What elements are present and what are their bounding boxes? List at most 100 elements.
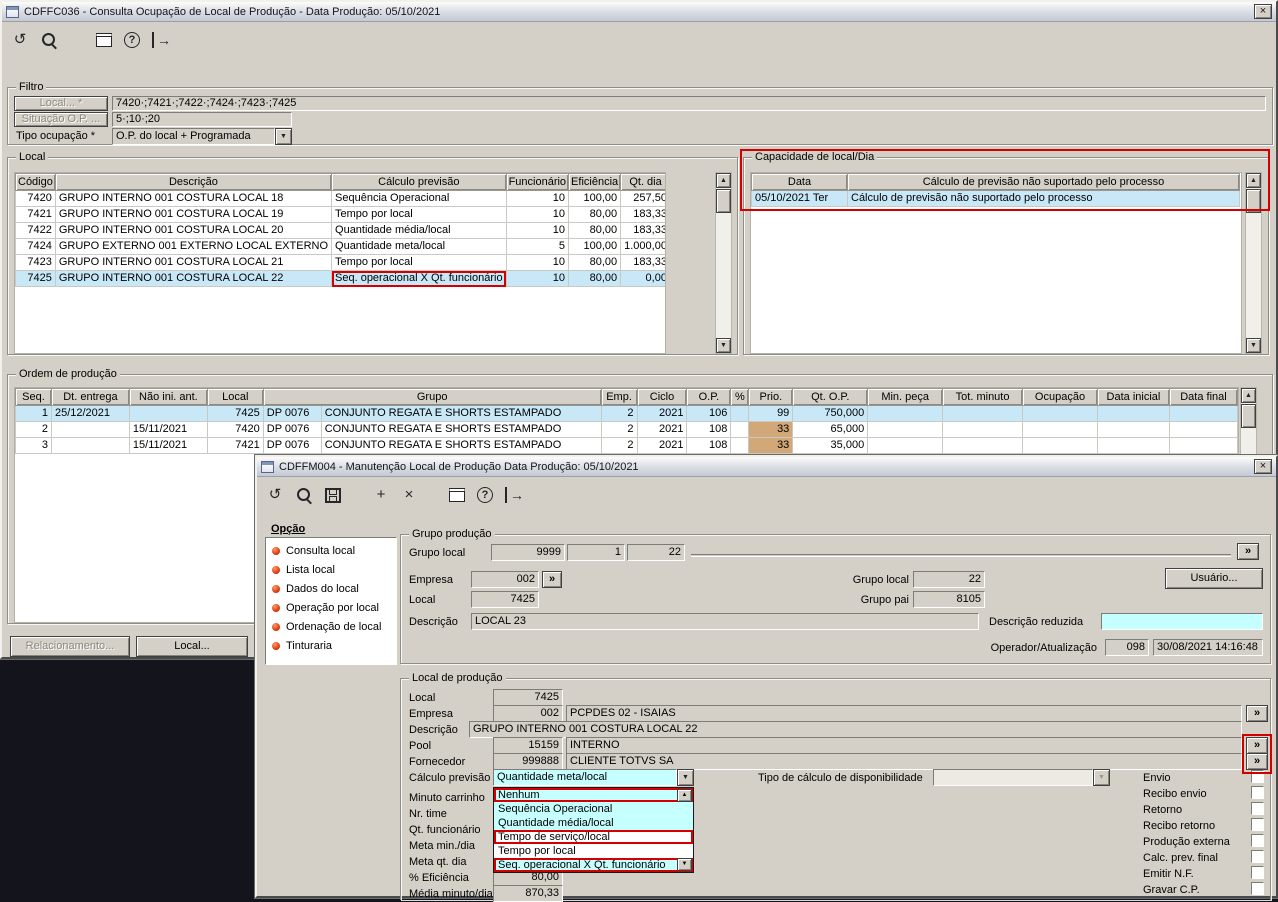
search-icon[interactable] — [40, 31, 58, 49]
checkbox[interactable] — [1251, 818, 1264, 831]
exit-icon[interactable]: → — [152, 32, 171, 48]
list-item[interactable]: Consulta local — [268, 541, 394, 560]
save-icon[interactable] — [325, 487, 341, 503]
dropdown-item[interactable]: Tempo por local — [494, 844, 693, 858]
header-cell[interactable]: Grupo — [262, 388, 602, 406]
table-row[interactable]: 7423 GRUPO INTERNO 001 COSTURA LOCAL 21 … — [15, 254, 665, 271]
header-cell[interactable]: Eficiência — [568, 173, 622, 191]
operador-field[interactable]: 098 — [1105, 639, 1149, 656]
list-item[interactable]: Ordenação de local — [268, 617, 394, 636]
zoom-button[interactable]: » — [1237, 543, 1259, 560]
fornecedor-desc-field[interactable]: CLIENTE TOTVS SA — [566, 753, 1242, 770]
checkbox[interactable] — [1251, 866, 1264, 879]
header-cell[interactable]: Qt. O.P. — [792, 388, 869, 406]
descricao-field[interactable]: GRUPO INTERNO 001 COSTURA LOCAL 22 — [469, 721, 1242, 738]
usuario-button[interactable]: Usuário... — [1165, 568, 1263, 589]
help-icon[interactable]: ? — [477, 487, 493, 503]
dropdown-item[interactable]: Sequência Operacional — [494, 802, 693, 816]
capacidade-table-scrollbar[interactable]: ▲ ▼ — [1245, 172, 1262, 354]
header-cell[interactable]: Data — [751, 173, 848, 191]
exit-icon[interactable]: → — [505, 487, 524, 503]
header-cell[interactable]: Data inicial — [1096, 388, 1170, 406]
checkbox[interactable] — [1251, 834, 1264, 847]
descricao-field[interactable]: LOCAL 23 — [471, 613, 979, 630]
dropdown-item[interactable]: Seq. operacional X Qt. funcionário — [494, 858, 693, 872]
dropdown-item[interactable]: Nenhum — [494, 788, 693, 802]
header-cell[interactable]: Funcionário — [505, 173, 570, 191]
dropdown-item[interactable]: Tempo de serviço/local — [494, 830, 693, 844]
situacao-filter-button[interactable]: Situação O.P. ... — [14, 112, 108, 127]
header-cell[interactable]: Não ini. ant. — [128, 388, 208, 406]
header-cell[interactable]: O.P. — [686, 388, 732, 406]
grupo-local-field-1[interactable]: 9999 — [491, 544, 565, 561]
header-cell[interactable]: Local — [206, 388, 264, 406]
calculo-previsao-dropdown-icon[interactable]: ▼ — [677, 769, 694, 786]
header-cell[interactable]: Código — [15, 173, 56, 191]
local-table-scrollbar[interactable]: ▲ ▼ — [715, 172, 732, 354]
tipo-ocupacao-dropdown-icon[interactable]: ▼ — [275, 128, 292, 145]
dropdown-item[interactable]: Quantidade média/local — [494, 816, 693, 830]
descricao-reduzida-field[interactable] — [1101, 613, 1263, 630]
header-cell[interactable]: Seq. — [15, 388, 52, 406]
checkbox[interactable] — [1251, 770, 1264, 783]
list-item[interactable]: Operação por local — [268, 598, 394, 617]
undo-icon[interactable]: ↺ — [12, 31, 28, 49]
help-icon[interactable]: ? — [124, 32, 140, 48]
header-cell[interactable]: Qt. dia — [620, 173, 665, 191]
zoom-button[interactable]: » — [1246, 737, 1268, 754]
table-row-selected[interactable]: 1 25/12/2021 7425 DP 0076 CONJUNTO REGAT… — [15, 405, 1238, 422]
zoom-button[interactable]: » — [1246, 753, 1268, 770]
media-minuto-field[interactable]: 870,33 — [493, 885, 563, 902]
dialog-close-button[interactable]: × — [1254, 459, 1272, 474]
header-cell[interactable]: Cálculo previsão — [331, 173, 507, 191]
table-row-selected[interactable]: 7425 GRUPO INTERNO 001 COSTURA LOCAL 22 … — [15, 270, 665, 287]
checkbox[interactable] — [1251, 850, 1264, 863]
pool-desc-field[interactable]: INTERNO — [566, 737, 1242, 754]
scroll-thumb[interactable] — [1241, 404, 1256, 428]
scroll-down-icon[interactable]: ▼ — [1246, 338, 1261, 353]
search-icon[interactable] — [295, 486, 313, 504]
header-cell[interactable]: Descrição — [54, 173, 333, 191]
undo-icon[interactable]: ↺ — [267, 486, 283, 504]
table-row-selected[interactable]: 05/10/2021 Ter Cálculo de previsão não s… — [751, 190, 1240, 207]
table-row[interactable]: 2 15/11/2021 7420 DP 0076 CONJUNTO REGAT… — [15, 421, 1238, 438]
calendar-icon[interactable] — [449, 488, 465, 502]
calculo-previsao-select[interactable]: Quantidade meta/local — [493, 769, 677, 786]
scroll-down-icon[interactable]: ▼ — [716, 338, 731, 353]
scroll-down-icon[interactable]: ▼ — [677, 858, 692, 871]
scroll-up-icon[interactable]: ▲ — [716, 173, 731, 188]
empresa-field[interactable]: 002 — [471, 571, 539, 588]
list-item[interactable]: Dados do local — [268, 579, 394, 598]
header-cell[interactable]: Prio. — [748, 388, 794, 406]
empresa-field[interactable]: 002 — [493, 705, 563, 722]
table-row[interactable]: 3 15/11/2021 7421 DP 0076 CONJUNTO REGAT… — [15, 437, 1238, 454]
local-filter-button[interactable]: Local... * — [14, 96, 108, 111]
grupo-local2-field[interactable]: 22 — [913, 571, 985, 588]
fornecedor-field[interactable]: 999888 — [493, 753, 563, 770]
header-cell[interactable]: Cálculo de previsão não suportado pelo p… — [847, 173, 1240, 191]
main-close-button[interactable]: × — [1254, 4, 1272, 19]
scroll-thumb[interactable] — [1246, 189, 1261, 213]
table-row[interactable]: 7424 GRUPO EXTERNO 001 EXTERNO LOCAL EXT… — [15, 238, 665, 255]
checkbox[interactable] — [1251, 882, 1264, 895]
local-filter-value[interactable]: 7420·;7421·;7422·;7424·;7423·;7425 — [112, 96, 1266, 111]
scroll-thumb[interactable] — [716, 189, 731, 213]
header-cell[interactable]: Emp. — [600, 388, 638, 406]
local-button[interactable]: Local... — [136, 636, 248, 657]
situacao-filter-value[interactable]: 5·;10·;20 — [112, 112, 292, 127]
list-item[interactable]: Lista local — [268, 560, 394, 579]
table-row[interactable]: 7422 GRUPO INTERNO 001 COSTURA LOCAL 20 … — [15, 222, 665, 239]
zoom-button[interactable]: » — [1246, 705, 1268, 722]
scroll-up-icon[interactable]: ▲ — [1241, 388, 1256, 403]
checkbox[interactable] — [1251, 802, 1264, 815]
relacionamento-button[interactable]: Relacionamento... — [10, 636, 130, 657]
scroll-up-icon[interactable]: ▲ — [1246, 173, 1261, 188]
local-field[interactable]: 7425 — [471, 591, 539, 608]
calendar-icon[interactable] — [96, 33, 112, 47]
header-cell[interactable]: Ciclo — [636, 388, 688, 406]
pool-field[interactable]: 15159 — [493, 737, 563, 754]
header-cell[interactable]: Data final — [1168, 388, 1238, 406]
delete-icon[interactable]: × — [401, 486, 417, 504]
table-row[interactable]: 7420 GRUPO INTERNO 001 COSTURA LOCAL 18 … — [15, 190, 665, 207]
header-cell[interactable]: Ocupação — [1022, 388, 1098, 406]
